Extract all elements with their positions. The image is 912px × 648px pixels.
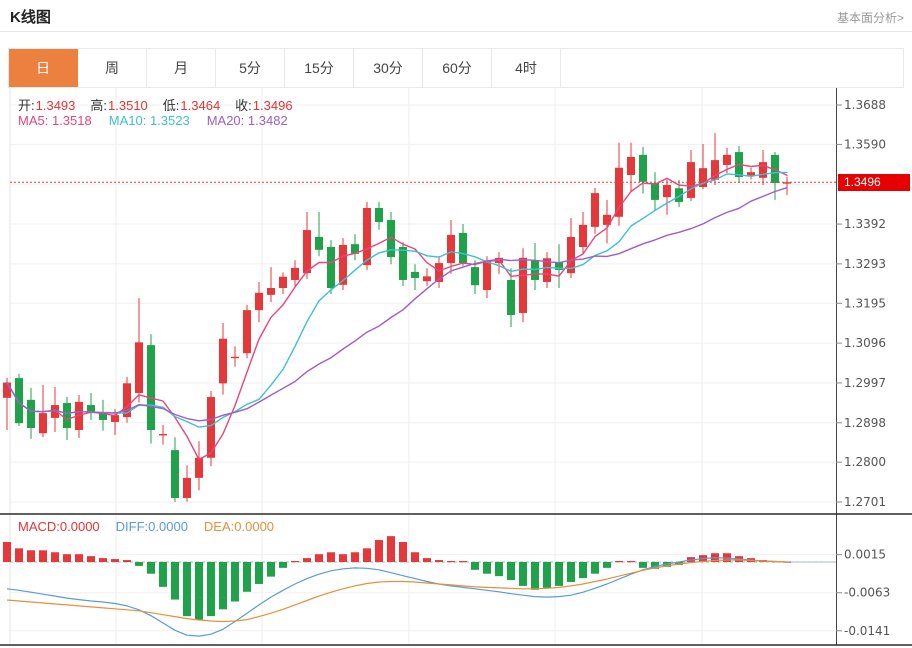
svg-text:1.3590: 1.3590 [844,137,886,151]
ma-legend: MA5: 1.3518 MA10: 1.3523 MA20: 1.3482 [18,113,288,128]
ohlc-legend: 开:1.3493 高:1.3510 低:1.3464 收:1.3496 [18,95,293,114]
svg-text:1.3293: 1.3293 [844,257,886,271]
svg-text:1.3392: 1.3392 [844,217,886,231]
ma10-value: MA10: 1.3523 [109,113,190,128]
svg-text:1.3195: 1.3195 [844,296,886,310]
svg-text:-0.0141: -0.0141 [844,624,890,638]
low-value: 低:1.3464 [163,95,220,114]
svg-text:0.0015: 0.0015 [844,548,886,562]
dea-value: DEA:0.0000 [204,519,274,534]
svg-text:1.2997: 1.2997 [844,376,886,390]
diff-value: DIFF:0.0000 [116,519,188,534]
svg-text:-0.0063: -0.0063 [844,586,890,600]
svg-text:1.3096: 1.3096 [844,336,886,350]
close-value: 收:1.3496 [235,95,292,114]
ma5-value: MA5: 1.3518 [18,113,92,128]
ma20-value: MA20: 1.3482 [207,113,288,128]
open-value: 开:1.3493 [18,95,75,114]
kline-page: K线图 基本面分析> 日 周 月 5分 15分 30分 60分 4时 1.368… [0,0,912,648]
macd-value: MACD:0.0000 [18,519,100,534]
macd-legend: MACD:0.0000 DIFF:0.0000 DEA:0.0000 [18,519,274,534]
svg-text:1.3688: 1.3688 [844,98,886,112]
svg-text:1.2701: 1.2701 [844,495,886,509]
svg-text:1.2898: 1.2898 [844,416,886,430]
svg-text:1.2800: 1.2800 [844,455,886,469]
current-price-tag: 1.3496 [838,174,910,191]
high-value: 高:1.3510 [90,95,147,114]
